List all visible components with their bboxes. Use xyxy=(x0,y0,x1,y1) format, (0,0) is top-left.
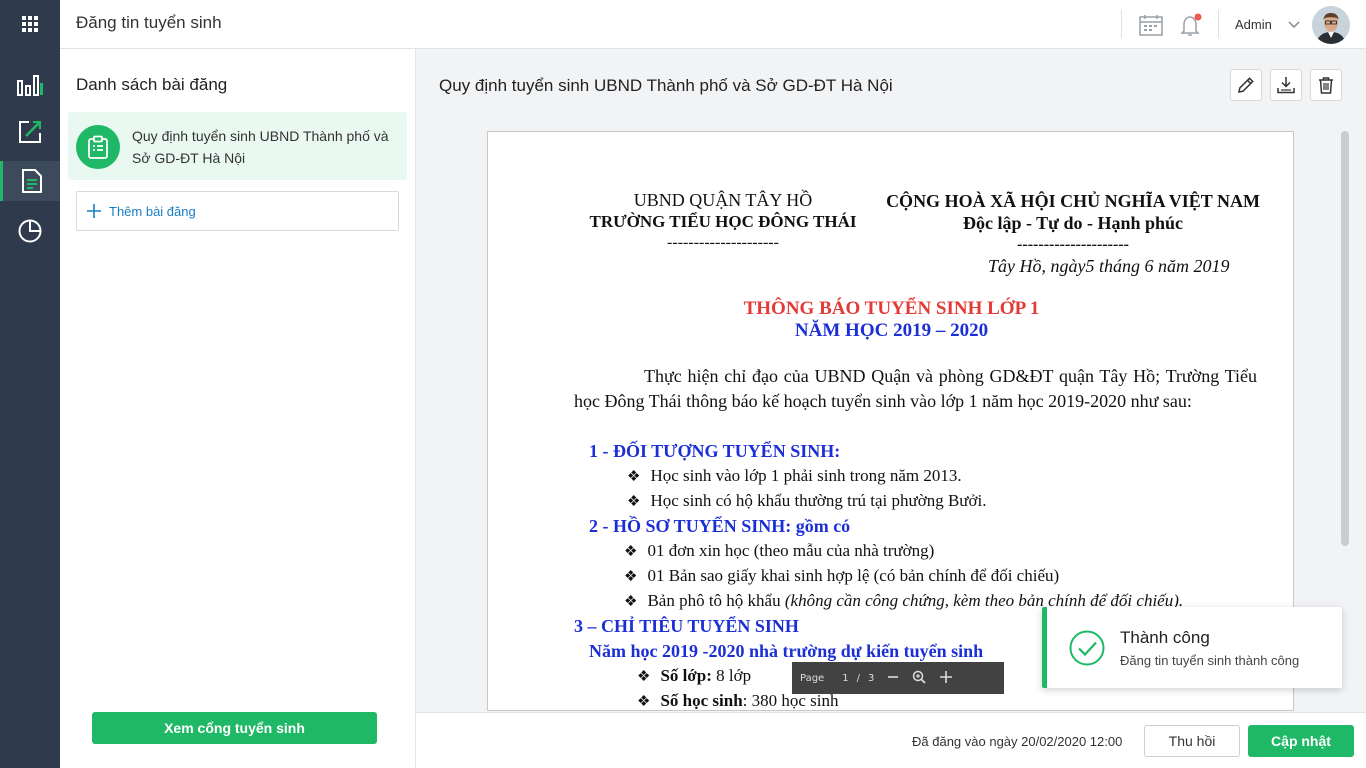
section-3-item-value: 8 lớp xyxy=(711,666,752,685)
section-3-subheading: Năm học 2019 -2020 nhà trường dự kiến tu… xyxy=(589,641,984,661)
pie-chart-icon xyxy=(18,219,42,243)
withdraw-button[interactable]: Thu hồi xyxy=(1144,725,1240,757)
section-3-item: ❖ Số học sinh: 380 học sinh xyxy=(637,691,839,710)
app-root: Đăng tin tuyển sinh Admin Danh sách bài … xyxy=(0,0,1366,768)
notice-title: THÔNG BÁO TUYỂN SINH LỚP 1 xyxy=(743,298,1040,319)
right-header-country: CỘNG HOÀ XÃ HỘI CHỦ NGHĨA VIỆT NAM xyxy=(886,191,1260,211)
update-button[interactable]: Cập nhật xyxy=(1248,725,1354,757)
section-1-item: ❖ Học sinh có hộ khẩu thường trú tại phườ… xyxy=(627,491,987,510)
top-bar: Đăng tin tuyển sinh Admin xyxy=(60,0,1366,49)
left-header-district: UBND QUẬN TÂY HỒ xyxy=(633,190,813,210)
post-badge xyxy=(76,125,120,169)
right-header-motto: Độc lập - Tự do - Hạnh phúc xyxy=(962,213,1184,233)
sidebar-item-edit[interactable] xyxy=(0,112,60,152)
posted-timestamp: Đã đăng vào ngày 20/02/2020 12:00 xyxy=(912,734,1123,749)
left-header-school: TRƯỜNG TIỂU HỌC ĐÔNG THÁI xyxy=(589,212,857,231)
calendar-button[interactable] xyxy=(1136,10,1166,40)
clipboard-icon xyxy=(88,135,108,159)
apps-grid-button[interactable] xyxy=(0,0,60,48)
section-3-item: ❖ Số lớp: 8 lớp xyxy=(637,666,752,685)
toast-message: Đăng tin tuyển sinh thành công xyxy=(1120,653,1300,668)
list-item[interactable]: Quy định tuyển sinh UBND Thành phố và Sở… xyxy=(68,112,407,180)
section-3-item-label: Số lớp: xyxy=(660,666,712,685)
plus-icon xyxy=(940,670,953,683)
section-2-item: ❖ 01 đơn xin học (theo mẫu của nhà trường… xyxy=(624,541,935,560)
bar-chart-icon xyxy=(17,75,43,96)
edit-icon xyxy=(19,121,41,143)
sidebar-item-dashboard[interactable] xyxy=(0,65,60,105)
download-button[interactable] xyxy=(1270,69,1302,101)
section-1-item-text: Học sinh vào lớp 1 phải sinh trong năm 2… xyxy=(650,466,962,485)
sidebar-item-reports[interactable] xyxy=(0,211,60,251)
section-1-item: ❖ Học sinh vào lớp 1 phải sinh trong năm … xyxy=(627,466,962,485)
plus-icon xyxy=(87,204,101,218)
add-post-label: Thêm bài đăng xyxy=(109,203,196,219)
edit-button[interactable] xyxy=(1230,69,1262,101)
delete-button[interactable] xyxy=(1310,69,1342,101)
view-portal-button[interactable]: Xem cổng tuyển sinh xyxy=(92,712,377,744)
right-header-dashes: --------------------- xyxy=(1017,236,1129,253)
post-title: Quy định tuyển sinh UBND Thành phố và Sở… xyxy=(132,128,389,166)
avatar[interactable] xyxy=(1312,6,1350,44)
pdf-page-toolbar: Page 1 / 3 xyxy=(792,662,1004,694)
page-title: Đăng tin tuyển sinh xyxy=(76,13,222,32)
success-toast: Thành công Đăng tin tuyển sinh thành côn… xyxy=(1042,607,1342,688)
section-heading-2: 2 - HỒ SƠ TUYỂN SINH: gồm có xyxy=(589,516,851,536)
topbar-divider xyxy=(1121,10,1122,38)
post-list-panel: Danh sách bài đăng Quy định tuyển sinh U… xyxy=(60,49,416,768)
section-2-item-text: 01 Bản sao giấy khai sinh hợp lệ (có bản… xyxy=(647,566,1060,585)
download-icon xyxy=(1277,77,1295,94)
left-rail xyxy=(0,0,60,768)
minus-icon xyxy=(888,675,899,678)
user-menu-toggle[interactable] xyxy=(1288,17,1300,35)
document-scrollbar[interactable] xyxy=(1341,131,1349,546)
document-title: Quy định tuyển sinh UBND Thành phố và Sở… xyxy=(439,76,893,95)
section-heading-1: 1 - ĐỐI TƯỢNG TUYỂN SINH: xyxy=(589,441,841,461)
edit-icon xyxy=(1238,77,1254,93)
sidebar-item-posts[interactable] xyxy=(0,161,60,201)
notifications-button[interactable] xyxy=(1176,10,1206,40)
action-bar: Đã đăng vào ngày 20/02/2020 12:00 Thu hồ… xyxy=(416,712,1366,768)
section-2-item: ❖ 01 Bản sao giấy khai sinh hợp lệ (có bả… xyxy=(624,566,1060,585)
apps-grid-icon xyxy=(22,16,38,32)
document-right-header: CỘNG HOÀ XÃ HỘI CHỦ NGHĨA VIỆT NAM Độc l… xyxy=(873,190,1273,256)
topbar-divider xyxy=(1218,10,1219,38)
pdf-page-label: Page xyxy=(800,672,825,684)
pdf-current-page[interactable]: 1 xyxy=(842,673,848,684)
zoom-button[interactable] xyxy=(912,670,926,687)
section-2-item-text: Bản phô tô hộ khẩu xyxy=(647,591,785,610)
bell-icon xyxy=(1180,13,1202,36)
post-list-heading: Danh sách bài đăng xyxy=(76,75,228,94)
zoom-in-button[interactable] xyxy=(940,670,953,686)
section-heading-3: 3 – CHỈ TIÊU TUYỂN SINH xyxy=(574,616,799,636)
section-1-item-text: Học sinh có hộ khẩu thường trú tại phườn… xyxy=(650,491,987,510)
user-avatar-icon xyxy=(1312,6,1350,44)
notice-year: NĂM HỌC 2019 – 2020 xyxy=(794,320,989,341)
document-date: Tây Hồ, ngày5 tháng 6 năm 2019 xyxy=(988,256,1230,276)
document-icon xyxy=(21,169,42,193)
left-header-dashes: --------------------- xyxy=(667,234,779,251)
pdf-total-pages: 3 xyxy=(867,672,875,684)
toast-title: Thành công xyxy=(1120,628,1210,647)
toast-icon-wrap xyxy=(1068,629,1106,672)
notice-intro: Thực hiện chỉ đạo của UBND Quận và phòng… xyxy=(574,366,1257,411)
section-2-item-text: 01 đơn xin học (theo mẫu của nhà trường) xyxy=(647,541,935,560)
check-circle-icon xyxy=(1069,630,1105,666)
chevron-down-icon xyxy=(1288,21,1300,29)
pdf-page-separator: / xyxy=(856,672,860,684)
calendar-icon xyxy=(1139,15,1163,36)
user-name[interactable]: Admin xyxy=(1235,17,1272,32)
zoom-icon xyxy=(913,670,926,684)
zoom-out-button[interactable] xyxy=(888,672,899,685)
document-left-header: UBND QUẬN TÂY HỒ TRƯỜNG TIỂU HỌC ĐÔNG TH… xyxy=(578,190,868,253)
add-post-button[interactable]: Thêm bài đăng xyxy=(76,191,399,231)
section-3-item-label: Số học sinh xyxy=(660,691,743,710)
trash-icon xyxy=(1319,77,1333,94)
